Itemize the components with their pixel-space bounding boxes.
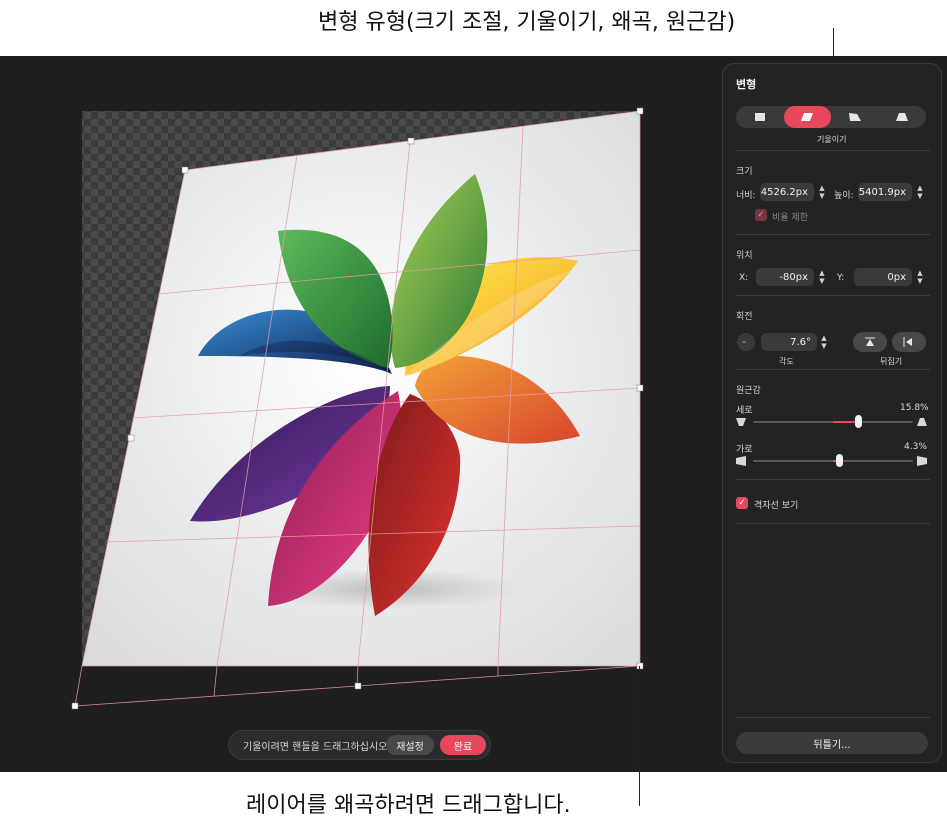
width-label: 너비:: [736, 191, 756, 201]
divider: [736, 369, 930, 370]
height-label: 높이:: [834, 191, 854, 201]
constrain-proportions-label: 비율 제한: [772, 213, 808, 223]
horizontal-perspective-value: 4.3%: [904, 442, 927, 452]
rotation-angle-field[interactable]: 7.6°: [761, 333, 817, 351]
scale-icon: [754, 113, 765, 121]
transform-mode-segmented-control[interactable]: [736, 106, 926, 128]
constrain-proportions-checkbox[interactable]: ✓: [755, 209, 767, 221]
reset-button[interactable]: 재설정: [386, 735, 434, 755]
hint-text: 기울이려면 핸들을 드래그하십시오.: [243, 741, 391, 753]
vertical-perspective-slider[interactable]: [753, 415, 913, 429]
mode-distort-button[interactable]: [831, 106, 879, 128]
handle-top-middle: [407, 137, 415, 145]
perspective-left-icon: [736, 456, 746, 466]
horizontal-perspective-slider[interactable]: [753, 454, 913, 468]
x-position-field[interactable]: -80px: [756, 268, 814, 286]
rotation-dial-icon[interactable]: [736, 332, 756, 352]
perspective-right-icon: [917, 456, 927, 466]
angle-caption: 각도: [779, 357, 794, 366]
width-field[interactable]: 4526.2px: [760, 183, 814, 201]
handle-right-middle: [636, 384, 644, 392]
flip-vertical-icon: [865, 337, 875, 346]
mode-skew-button[interactable]: [783, 106, 831, 128]
divider: [736, 234, 930, 235]
handle-top-right: [636, 107, 644, 115]
handle-bottom-middle: [354, 682, 362, 690]
y-position-stepper[interactable]: ▲ ▼: [915, 268, 925, 286]
perspective-wide-icon: [917, 418, 927, 426]
x-position-stepper[interactable]: ▲ ▼: [817, 268, 827, 286]
handle-bottom-left: [71, 702, 79, 710]
show-grid-label: 격자선 보기: [754, 501, 799, 511]
divider: [736, 295, 930, 296]
perspective-icon: [896, 113, 909, 121]
divider: [736, 523, 930, 524]
divider: [736, 479, 930, 480]
show-grid-checkbox[interactable]: ✓: [736, 497, 748, 509]
height-stepper[interactable]: ▲ ▼: [915, 183, 925, 201]
y-label: Y:: [837, 273, 845, 283]
mode-scale-button[interactable]: [736, 106, 784, 128]
skew-hint-bar: 기울이려면 핸들을 드래그하십시오. 재설정 완료: [228, 730, 491, 760]
flip-vertical-button[interactable]: [853, 332, 887, 352]
handle-bottom-right: [636, 662, 644, 670]
transform-inspector-panel: 변형 기울이기 크기 너비: 4526.2px ▲ ▼ 높이: 5401.9px …: [722, 63, 942, 763]
warp-button[interactable]: 뒤틀기...: [736, 732, 928, 754]
vertical-perspective-label: 세로: [736, 406, 753, 416]
rotation-angle-stepper[interactable]: ▲ ▼: [819, 333, 829, 351]
x-label: X:: [739, 273, 749, 283]
width-stepper[interactable]: ▲ ▼: [817, 183, 827, 201]
height-field[interactable]: 5401.9px: [858, 183, 912, 201]
horizontal-perspective-label: 가로: [736, 445, 753, 455]
vertical-perspective-value: 15.8%: [900, 403, 929, 413]
panel-title: 변형: [736, 78, 757, 91]
handle-left-middle: [127, 434, 135, 442]
callout-drag-to-distort: 레이어를 왜곡하려면 드래그합니다.: [246, 793, 571, 818]
mode-perspective-button[interactable]: [879, 106, 927, 128]
done-button[interactable]: 완료: [440, 735, 486, 755]
size-section-label: 크기: [736, 167, 753, 177]
y-position-field[interactable]: 0px: [854, 268, 912, 286]
handle-top-left: [181, 166, 189, 174]
canvas-area[interactable]: 기울이려면 핸들을 드래그하십시오. 재설정 완료 변형 기울이기 크기 너비:…: [0, 56, 947, 772]
divider: [736, 150, 930, 151]
active-mode-caption: 기울이기: [817, 135, 847, 144]
flip-horizontal-icon: [903, 337, 912, 347]
divider: [736, 717, 930, 718]
rotation-section-label: 회전: [736, 312, 753, 322]
skew-icon: [801, 113, 814, 121]
perspective-section-label: 원근감: [736, 386, 761, 396]
distort-icon: [848, 113, 861, 121]
position-section-label: 위치: [736, 251, 753, 261]
flip-caption: 뒤집기: [880, 357, 903, 366]
callout-transform-types: 변형 유형(크기 조절, 기울이기, 왜곡, 원근감): [318, 10, 736, 35]
callout-leader-bottom: [639, 666, 640, 806]
perspective-narrow-icon: [736, 418, 746, 426]
flip-horizontal-button[interactable]: [892, 332, 926, 352]
